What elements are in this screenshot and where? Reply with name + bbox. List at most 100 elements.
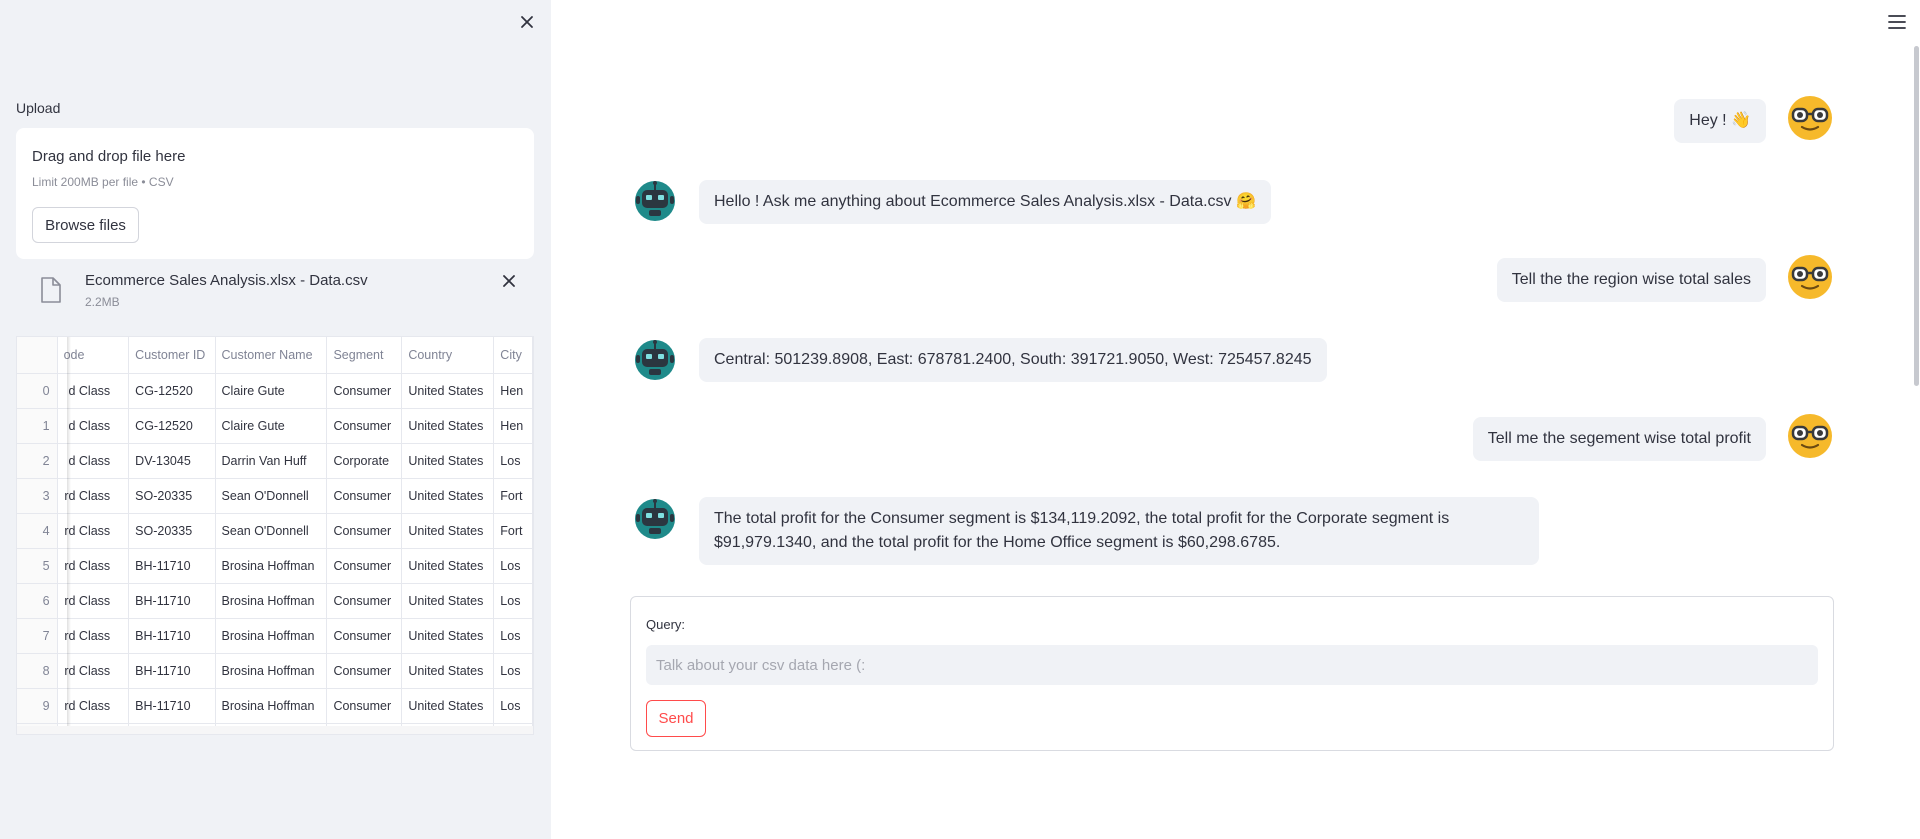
browse-files-button[interactable]: Browse files	[32, 207, 139, 243]
row-index[interactable]: 6	[17, 583, 58, 619]
dataframe[interactable]: ode Customer ID Customer Name Segment Countr…	[16, 336, 534, 735]
table-cell[interactable]: Claire Gute	[215, 373, 328, 409]
table-cell[interactable]: SO-20335	[128, 513, 216, 549]
table-cell[interactable]: BH-11710	[128, 548, 216, 584]
table-cell[interactable]: Brosina Hoffman	[215, 548, 328, 584]
table-cell[interactable]: United States	[401, 583, 495, 619]
close-icon[interactable]	[500, 272, 518, 290]
table-cell[interactable]: Consumer	[326, 408, 403, 444]
table-cell[interactable]: Los	[493, 548, 533, 584]
table-cell[interactable]: Hen	[493, 373, 533, 409]
table-cell[interactable]: Fort	[493, 478, 533, 514]
table-cell[interactable]: SO-20335	[128, 478, 216, 514]
table-cell[interactable]: BH-11710	[128, 653, 216, 689]
column-header[interactable]: City	[493, 337, 533, 374]
row-index[interactable]: 5	[17, 548, 58, 584]
table-cell[interactable]: BH-11710	[128, 688, 216, 724]
row-index[interactable]: 4	[17, 513, 58, 549]
column-header[interactable]: Country	[401, 337, 495, 374]
table-cell[interactable]: Consumer	[326, 653, 403, 689]
assistant-message: Central: 501239.8908, East: 678781.2400,…	[699, 338, 1327, 382]
table-cell[interactable]: United States	[401, 513, 495, 549]
query-label: Query:	[646, 617, 686, 632]
table-cell[interactable]: Brosina Hoffman	[215, 618, 328, 654]
table-header-row: ode Customer ID Customer Name Segment Countr…	[17, 337, 533, 374]
table-cell[interactable]: Los	[493, 618, 533, 654]
robot-avatar	[635, 340, 675, 380]
table-cell[interactable]: Los	[493, 583, 533, 619]
table-row: 9rd Class BH-11710 Brosina Hoffman Consumer…	[17, 688, 533, 724]
table-row: 7rd Class BH-11710 Brosina Hoffman Consumer…	[17, 618, 533, 654]
table-cell[interactable]: CG-12520	[128, 373, 216, 409]
hamburger-menu-icon[interactable]	[1888, 14, 1906, 30]
table-cell[interactable]: United States	[401, 443, 495, 479]
table-cell[interactable]: United States	[401, 618, 495, 654]
table-cell[interactable]: United States	[401, 688, 495, 724]
table-cell[interactable]: Los	[493, 443, 533, 479]
send-button[interactable]: Send	[646, 700, 706, 737]
table-cell[interactable]: Sean O'Donnell	[215, 513, 328, 549]
table-cell[interactable]: Consumer	[326, 513, 403, 549]
table-cell[interactable]: Consumer	[326, 373, 403, 409]
user-message: Hey ! 👋	[1674, 99, 1766, 143]
table-cell[interactable]: Consumer	[326, 618, 403, 654]
query-input[interactable]	[646, 645, 1818, 685]
table-cell[interactable]: Consumer	[326, 478, 403, 514]
table-cell[interactable]: Los	[493, 653, 533, 689]
assistant-message: The total profit for the Consumer segmen…	[699, 497, 1539, 565]
row-index[interactable]: 7	[17, 618, 58, 654]
table-row: 8rd Class BH-11710 Brosina Hoffman Consumer…	[17, 653, 533, 689]
table-cell[interactable]: Los	[493, 688, 533, 724]
row-index[interactable]: 8	[17, 653, 58, 689]
row-index[interactable]: 9	[17, 688, 58, 724]
table-cell[interactable]: United States	[401, 653, 495, 689]
table-row: 5rd Class BH-11710 Brosina Hoffman Consumer…	[17, 548, 533, 584]
table-cell[interactable]: United States	[401, 548, 495, 584]
row-index[interactable]: 1	[17, 408, 58, 444]
frozen-column-shadow	[67, 337, 71, 734]
table-row: 0d Class CG-12520 Claire Gute Consumer Unite…	[17, 373, 533, 409]
table-cell[interactable]: DV-13045	[128, 443, 216, 479]
sidebar: Upload Drag and drop file here Limit 200…	[0, 0, 551, 839]
column-header[interactable]: Segment	[326, 337, 403, 374]
table-cell[interactable]: Corporate	[326, 443, 403, 479]
file-name: Ecommerce Sales Analysis.xlsx - Data.csv	[85, 272, 368, 289]
table-cell[interactable]: Brosina Hoffman	[215, 583, 328, 619]
dropzone-limit: Limit 200MB per file • CSV	[32, 175, 174, 189]
dropzone-title: Drag and drop file here	[32, 148, 186, 165]
table-cell[interactable]: BH-11710	[128, 618, 216, 654]
file-dropzone[interactable]: Drag and drop file here Limit 200MB per …	[16, 128, 534, 259]
data-table: ode Customer ID Customer Name Segment Countr…	[17, 337, 533, 734]
index-header[interactable]	[17, 337, 58, 374]
table-cell[interactable]: CG-12520	[128, 408, 216, 444]
table-cell[interactable]: Consumer	[326, 688, 403, 724]
horizontal-scrollbar[interactable]	[17, 726, 533, 734]
table-cell[interactable]: Sean O'Donnell	[215, 478, 328, 514]
row-index[interactable]: 2	[17, 443, 58, 479]
table-cell[interactable]: Fort	[493, 513, 533, 549]
table-cell[interactable]: Brosina Hoffman	[215, 653, 328, 689]
user-message: Tell the the region wise total sales	[1496, 258, 1766, 302]
table-cell[interactable]: Hen	[493, 408, 533, 444]
upload-label: Upload	[16, 100, 61, 116]
table-cell[interactable]: BH-11710	[128, 583, 216, 619]
row-index[interactable]: 3	[17, 478, 58, 514]
robot-avatar	[635, 181, 675, 221]
table-cell[interactable]: Consumer	[326, 583, 403, 619]
nerd-face-avatar	[1788, 255, 1832, 299]
table-cell[interactable]: Darrin Van Huff	[215, 443, 328, 479]
table-cell[interactable]: United States	[401, 478, 495, 514]
robot-avatar	[635, 499, 675, 539]
user-message: Tell me the segement wise total profit	[1472, 417, 1766, 461]
column-header[interactable]: Customer Name	[215, 337, 328, 374]
close-icon[interactable]	[517, 12, 537, 32]
table-row: 6rd Class BH-11710 Brosina Hoffman Consumer…	[17, 583, 533, 619]
column-header[interactable]: Customer ID	[128, 337, 216, 374]
table-cell[interactable]: Claire Gute	[215, 408, 328, 444]
table-cell[interactable]: United States	[401, 408, 495, 444]
table-cell[interactable]: United States	[401, 373, 495, 409]
table-cell[interactable]: Brosina Hoffman	[215, 688, 328, 724]
row-index[interactable]: 0	[17, 373, 58, 409]
table-cell[interactable]: Consumer	[326, 548, 403, 584]
vertical-scrollbar[interactable]	[1914, 46, 1919, 386]
